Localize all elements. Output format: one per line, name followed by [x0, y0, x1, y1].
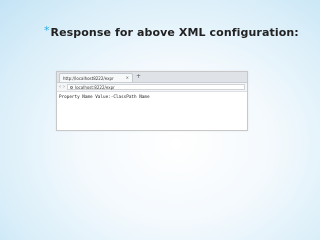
browser-tab-strip: http://localhost8222/expr × +	[57, 72, 247, 83]
bullet-icon: *	[44, 24, 50, 37]
browser-screenshot: http://localhost8222/expr × + ‹ › localh…	[56, 71, 248, 131]
browser-tab[interactable]: http://localhost8222/expr ×	[59, 73, 133, 82]
forward-icon[interactable]: ›	[63, 84, 65, 90]
page-content: Property Name Value:-ClassPath Name	[57, 92, 247, 103]
slide-title: * Response for above XML configuration:	[44, 24, 299, 39]
browser-nav-bar: ‹ › localhost:8222/expr	[57, 83, 247, 92]
response-text: Property Name Value:-ClassPath Name	[59, 95, 150, 100]
tab-title: http://localhost8222/expr	[63, 75, 114, 81]
info-icon	[70, 85, 73, 89]
slide-heading: Response for above XML configuration:	[50, 26, 299, 39]
close-icon[interactable]: ×	[126, 76, 129, 80]
address-bar[interactable]: localhost:8222/expr	[67, 84, 245, 90]
back-icon[interactable]: ‹	[59, 84, 61, 90]
new-tab-icon[interactable]: +	[136, 73, 141, 81]
address-text: localhost:8222/expr	[75, 84, 115, 90]
